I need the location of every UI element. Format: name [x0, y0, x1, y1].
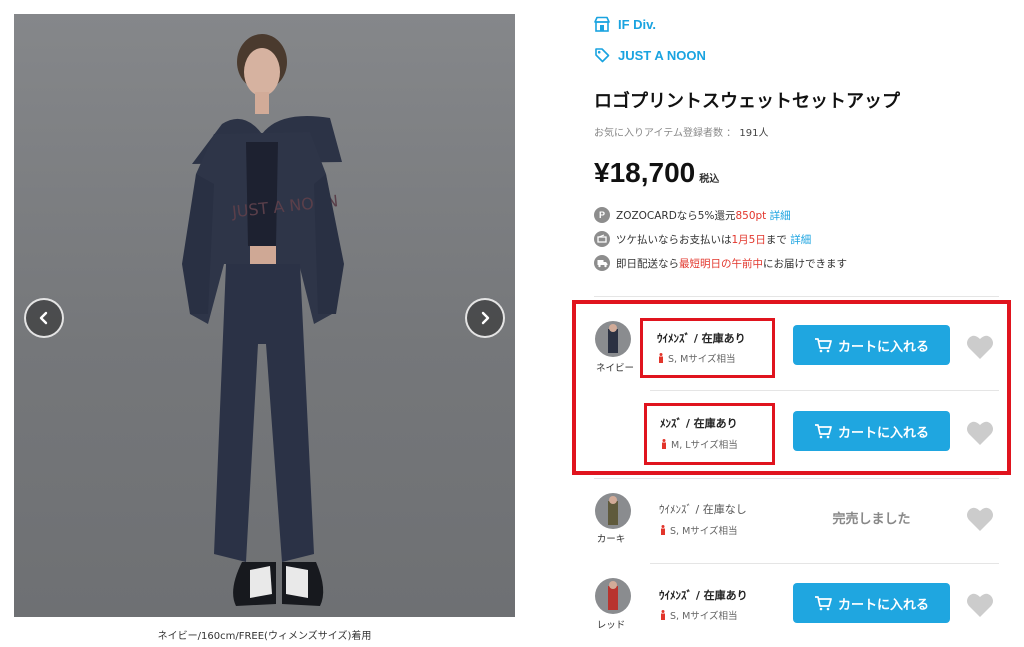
- zozocard-detail-link[interactable]: 詳細: [770, 210, 791, 222]
- size-hint: S, Mサイズ相当: [658, 351, 735, 365]
- add-to-cart-button[interactable]: カートに入れる: [793, 411, 950, 451]
- divider: [650, 563, 999, 564]
- tsuke-date: 1月5日: [731, 233, 766, 246]
- product-title: ロゴプリントスウェットセットアップ: [594, 91, 900, 112]
- person-icon: [659, 353, 663, 363]
- size-highlight-annotation: [644, 403, 775, 465]
- heart-icon[interactable]: [966, 592, 994, 618]
- color-swatch-navy[interactable]: [595, 321, 631, 357]
- zozocard-info: P ZOZOCARDなら5%還元850pt 詳細: [594, 207, 791, 223]
- price: ¥18,700 税込: [594, 157, 719, 189]
- points-icon: P: [594, 207, 610, 223]
- chevron-left-icon: [39, 311, 48, 325]
- heart-icon[interactable]: [966, 420, 994, 446]
- next-image-button[interactable]: [465, 298, 505, 338]
- tsuke-text: ツケ払いならお支払いは: [616, 233, 732, 246]
- brand-link[interactable]: JUST A NOON: [594, 47, 706, 63]
- stock-status: ｳｲﾒﾝｽﾞ / 在庫あり: [659, 589, 748, 602]
- color-swatch-red[interactable]: [595, 578, 631, 614]
- zozocard-points: 850pt: [735, 209, 767, 222]
- size-highlight-annotation: [640, 318, 775, 378]
- shop-icon: [594, 16, 610, 32]
- divider: [594, 296, 999, 297]
- cart-icon: [814, 424, 832, 439]
- delivery-info: 即日配送なら最短明日の午前中にお届けできます: [594, 255, 847, 271]
- color-label: ネイビー: [595, 363, 634, 374]
- tag-icon: [595, 48, 610, 63]
- tsuke-detail-link[interactable]: 詳細: [790, 234, 811, 246]
- stock-status: ｳｲﾒﾝｽﾞ / 在庫なし: [659, 503, 747, 516]
- size-hint: M, Lサイズ相当: [661, 437, 738, 451]
- truck-icon: [594, 255, 610, 271]
- tsuke-info: ツケ払いならお支払いは1月5日まで 詳細: [594, 231, 811, 247]
- delivery-highlight: 最短明日の午前中: [679, 257, 763, 270]
- cart-icon: [814, 338, 832, 353]
- price-value: ¥18,700: [594, 157, 696, 188]
- person-icon: [662, 439, 666, 449]
- person-icon: [661, 525, 665, 535]
- size-hint: S, Mサイズ相当: [660, 523, 737, 537]
- product-image-gallery: JUST A NOON: [14, 14, 515, 617]
- cart-icon: [814, 596, 832, 611]
- favorites-label: お気に入りアイテム登録者数 ：: [594, 128, 737, 139]
- chevron-right-icon: [481, 311, 490, 325]
- add-to-cart-button[interactable]: カートに入れる: [793, 325, 950, 365]
- sold-out-label: 完売しました: [832, 511, 911, 527]
- wallet-icon: [594, 231, 610, 247]
- image-caption: ネイビー/160cm/FREE(ウィメンズサイズ)着用: [157, 631, 372, 642]
- color-swatch-khaki[interactable]: [595, 493, 631, 529]
- heart-icon[interactable]: [966, 506, 994, 532]
- zozocard-text: ZOZOCARDなら5%還元: [616, 209, 736, 222]
- stock-status: ﾒﾝｽﾞ / 在庫あり: [660, 417, 738, 430]
- delivery-text-post: にお届けできます: [763, 257, 847, 270]
- prev-image-button[interactable]: [24, 298, 64, 338]
- tsuke-text-post: まで: [765, 233, 787, 246]
- heart-icon[interactable]: [966, 334, 994, 360]
- add-to-cart-button[interactable]: カートに入れる: [793, 583, 950, 623]
- favorites-count: お気に入りアイテム登録者数 ： 191人: [594, 124, 768, 139]
- divider: [594, 478, 999, 479]
- color-label: レッド: [596, 620, 626, 631]
- tax-label: 税込: [699, 174, 720, 185]
- favorites-number: 191人: [739, 128, 769, 139]
- shop-name: IF Div.: [618, 16, 657, 32]
- person-icon: [661, 610, 665, 620]
- color-label: カーキ: [596, 534, 626, 545]
- delivery-text: 即日配送なら: [616, 257, 679, 270]
- size-hint: S, Mサイズ相当: [660, 608, 737, 622]
- model-photo: JUST A NOON: [182, 34, 344, 606]
- stock-status: ｳｲﾒﾝｽﾞ / 在庫あり: [657, 332, 746, 345]
- brand-name: JUST A NOON: [618, 47, 706, 63]
- shop-link[interactable]: IF Div.: [594, 16, 656, 32]
